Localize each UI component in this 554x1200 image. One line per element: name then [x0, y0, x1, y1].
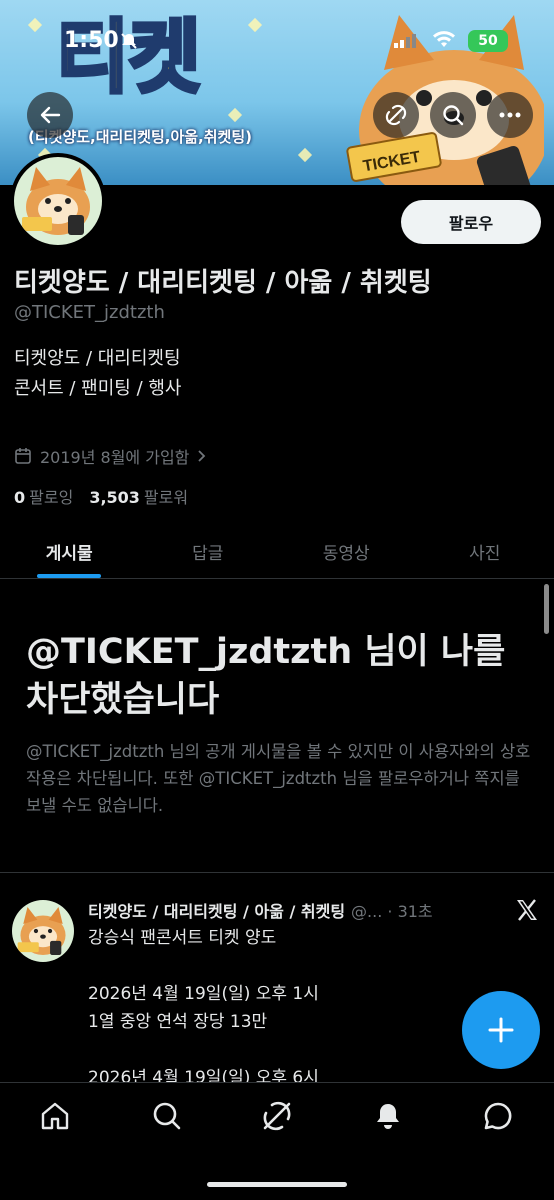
- status-bar: 1:50 50: [0, 0, 554, 60]
- profile-avatar[interactable]: [10, 153, 106, 249]
- shiba-avatar-image: [17, 907, 66, 955]
- search-button[interactable]: [430, 92, 476, 138]
- nav-grok[interactable]: [260, 1099, 294, 1133]
- plus-icon: [488, 1017, 514, 1043]
- tab-replies[interactable]: 답글: [139, 524, 278, 578]
- chevron-right-icon: [198, 450, 206, 462]
- tweet-avatar[interactable]: [12, 900, 74, 962]
- grok-icon: [385, 104, 407, 126]
- tweet-line: [88, 952, 528, 980]
- blocked-title: @TICKET_jzdtzth 님이 나를 차단했습니다: [26, 632, 506, 720]
- tab-posts[interactable]: 게시물: [0, 524, 139, 578]
- tweet-handle-time: @... · 31초: [351, 902, 433, 921]
- grok-button[interactable]: [373, 92, 419, 138]
- tweet-body[interactable]: 강승식 팬콘서트 티켓 양도 2026년 4월 19일(일) 오후 1시 1열 …: [88, 924, 528, 1092]
- following-link[interactable]: 0 팔로잉: [14, 484, 73, 508]
- following-label: 팔로잉: [29, 488, 74, 507]
- tab-videos[interactable]: 동영상: [277, 524, 416, 578]
- home-icon: [41, 1102, 69, 1130]
- silent-mode-icon: [121, 33, 137, 49]
- nav-home[interactable]: [38, 1099, 72, 1133]
- status-time: 1:50: [64, 28, 119, 53]
- divider: [0, 872, 554, 873]
- blocked-description: @TICKET_jzdtzth 님의 공개 게시물을 볼 수 있지만 이 사용자…: [26, 742, 531, 815]
- tweet-author[interactable]: 티켓양도 / 대리티켓팅 / 아옮 / 취켓팅: [88, 898, 345, 922]
- nav-messages[interactable]: [481, 1099, 515, 1133]
- search-icon: [443, 105, 464, 126]
- tab-photos[interactable]: 사진: [416, 524, 554, 578]
- notifications-icon: [377, 1104, 399, 1129]
- joined-date[interactable]: 2019년 8월에 가입함: [14, 444, 207, 468]
- follow-stats: 0 팔로잉 3,503 팔로워: [14, 484, 188, 508]
- battery-indicator: 50: [468, 30, 508, 52]
- followers-count: 3,503: [89, 488, 140, 507]
- search-icon: [153, 1102, 181, 1130]
- tweet-header: 티켓양도 / 대리티켓팅 / 아옮 / 취켓팅 @... · 31초: [88, 898, 492, 922]
- joined-text: 2019년 8월에 가입함: [40, 448, 190, 467]
- nav-search[interactable]: [150, 1099, 184, 1133]
- followers-link[interactable]: 3,503 팔로워: [89, 484, 188, 508]
- home-indicator: [207, 1182, 347, 1187]
- profile-display-name: 티켓양도 / 대리티켓팅 / 아옮 / 취켓팅: [14, 268, 432, 298]
- profile-bio: 티켓양도 / 대리티켓팅 콘서트 / 팬미팅 / 행사: [14, 344, 182, 404]
- follow-button[interactable]: 팔로우: [401, 200, 541, 244]
- cellular-signal-icon: [394, 34, 416, 48]
- back-button[interactable]: [27, 92, 73, 138]
- more-options-button[interactable]: [487, 92, 533, 138]
- wifi-icon: [433, 31, 455, 47]
- back-arrow-icon: [40, 106, 61, 124]
- calendar-icon: [15, 448, 31, 464]
- tweet-line: 2026년 4월 19일(일) 오후 1시: [88, 984, 319, 1004]
- compose-button[interactable]: [462, 991, 540, 1069]
- messages-icon: [484, 1102, 512, 1130]
- battery-level: 50: [478, 33, 498, 49]
- scrollbar-thumb[interactable]: [544, 584, 549, 634]
- shiba-avatar-image: [22, 167, 90, 235]
- x-logo-icon: [517, 899, 537, 921]
- more-icon: [499, 112, 521, 118]
- nav-notifications[interactable]: [371, 1099, 405, 1133]
- following-count: 0: [14, 488, 26, 507]
- grok-icon: [263, 1101, 291, 1131]
- profile-tabs: 게시물 답글 동영상 사진: [0, 524, 554, 579]
- bio-line: 티켓양도 / 대리티켓팅: [14, 348, 181, 369]
- tweet-line: 강승식 팬콘서트 티켓 양도: [88, 928, 277, 948]
- bio-line: 콘서트 / 팬미팅 / 행사: [14, 378, 182, 399]
- profile-handle: @TICKET_jzdtzth: [14, 302, 165, 323]
- followers-label: 팔로워: [143, 488, 189, 507]
- tweet-line: [88, 1036, 528, 1064]
